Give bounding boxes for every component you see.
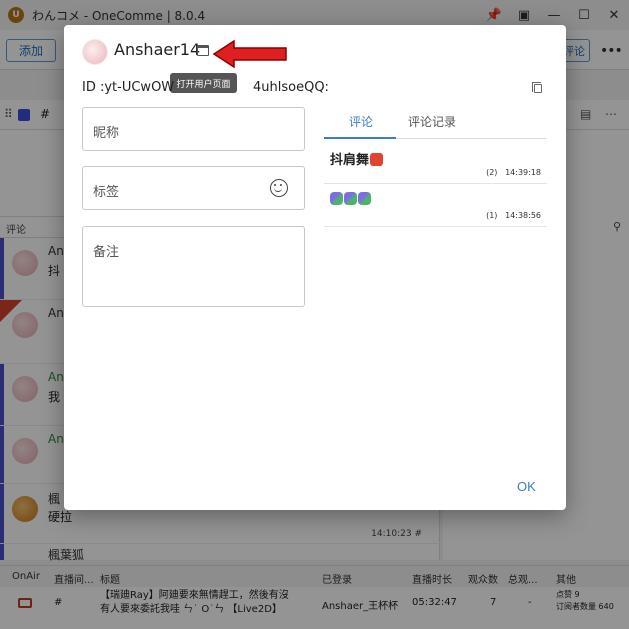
- comment-text: 抖肩舞: [330, 149, 384, 168]
- emoji-icon: [344, 192, 357, 205]
- nickname-field[interactable]: 昵称: [82, 107, 305, 151]
- nickname-label: 昵称: [93, 126, 120, 141]
- comment-text: [330, 192, 372, 207]
- comment-meta: (2) 14:39:18: [486, 168, 541, 177]
- user-profile-dialog: Anshaer14 打开用户页面 ID :yt-UCwOW 4uhlsoeQQ:…: [64, 25, 566, 510]
- ok-button[interactable]: OK: [517, 479, 536, 494]
- tags-field[interactable]: 标签: [82, 166, 305, 210]
- tab-comment-history[interactable]: 评论记录: [408, 113, 456, 130]
- emoji-icon: [370, 153, 384, 166]
- tooltip: 打开用户页面: [170, 73, 237, 93]
- username: Anshaer14: [114, 40, 201, 59]
- comment-item[interactable]: (1) 14:38:56: [324, 184, 547, 227]
- notes-field[interactable]: 备注: [82, 226, 305, 307]
- open-user-page-icon[interactable]: [197, 45, 209, 56]
- copy-icon[interactable]: [532, 82, 542, 93]
- user-avatar: [82, 39, 108, 65]
- notes-label: 备注: [93, 245, 120, 260]
- user-id-head: ID :yt-UCwOW: [82, 80, 175, 95]
- user-id-tail: 4uhlsoeQQ:: [253, 80, 329, 95]
- red-arrow-annotation: [212, 39, 287, 69]
- emoji-icon: [330, 192, 343, 205]
- comment-item[interactable]: 抖肩舞 (2) 14:39:18: [324, 139, 547, 184]
- emoji-icon[interactable]: [270, 179, 288, 197]
- comment-tabs: 评论 评论记录: [324, 105, 547, 139]
- tags-label: 标签: [93, 185, 120, 200]
- tab-comments[interactable]: 评论: [349, 113, 373, 130]
- comment-meta: (1) 14:38:56: [486, 211, 541, 220]
- emoji-icon: [358, 192, 371, 205]
